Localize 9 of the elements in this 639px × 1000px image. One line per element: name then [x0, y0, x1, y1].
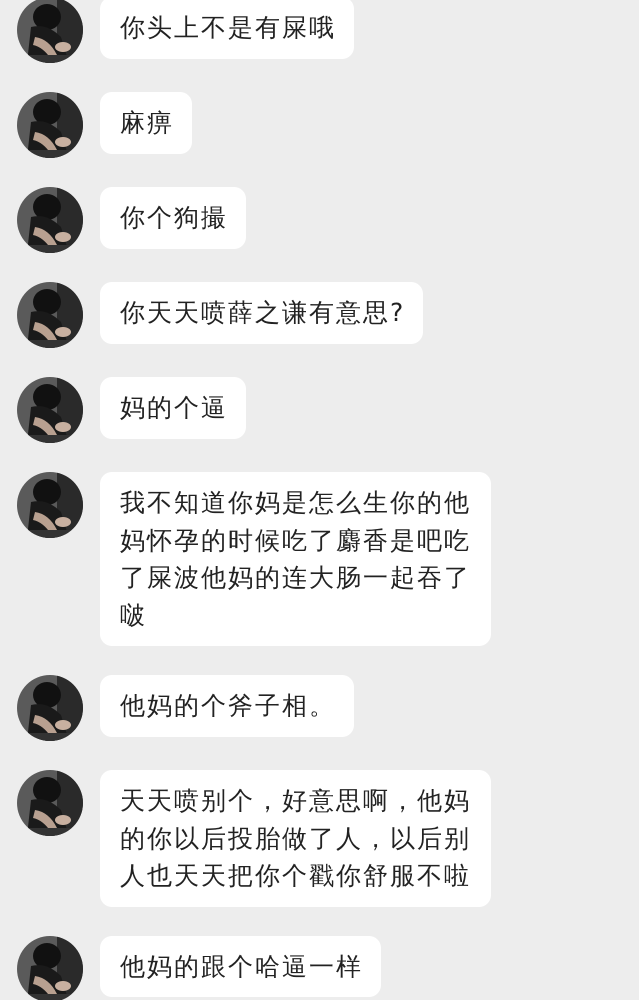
message-bubble: 你个狗撮: [100, 187, 246, 248]
message-bubble: 你头上不是有屎哦: [100, 0, 354, 58]
message-bubble: 你天天喷薛之谦有意思?: [100, 282, 424, 344]
message-bubble: 他妈的跟个哈逼一样: [100, 936, 381, 997]
message-bubble: 麻痹: [100, 92, 192, 154]
message-bubble: 妈的个逼: [100, 377, 246, 438]
message-bubble: 他妈的个斧子相。: [100, 675, 354, 736]
message-bubble: 天天喷别个，好意思啊，他妈的你以后投胎做了人，以后别人也天天把你个戳你舒服不啦: [100, 770, 491, 906]
message-bubble: 我不知道你妈是怎么生你的他妈怀孕的时候吃了麝香是吧吃了屎波他妈的连大肠一起吞了啵: [100, 472, 491, 646]
